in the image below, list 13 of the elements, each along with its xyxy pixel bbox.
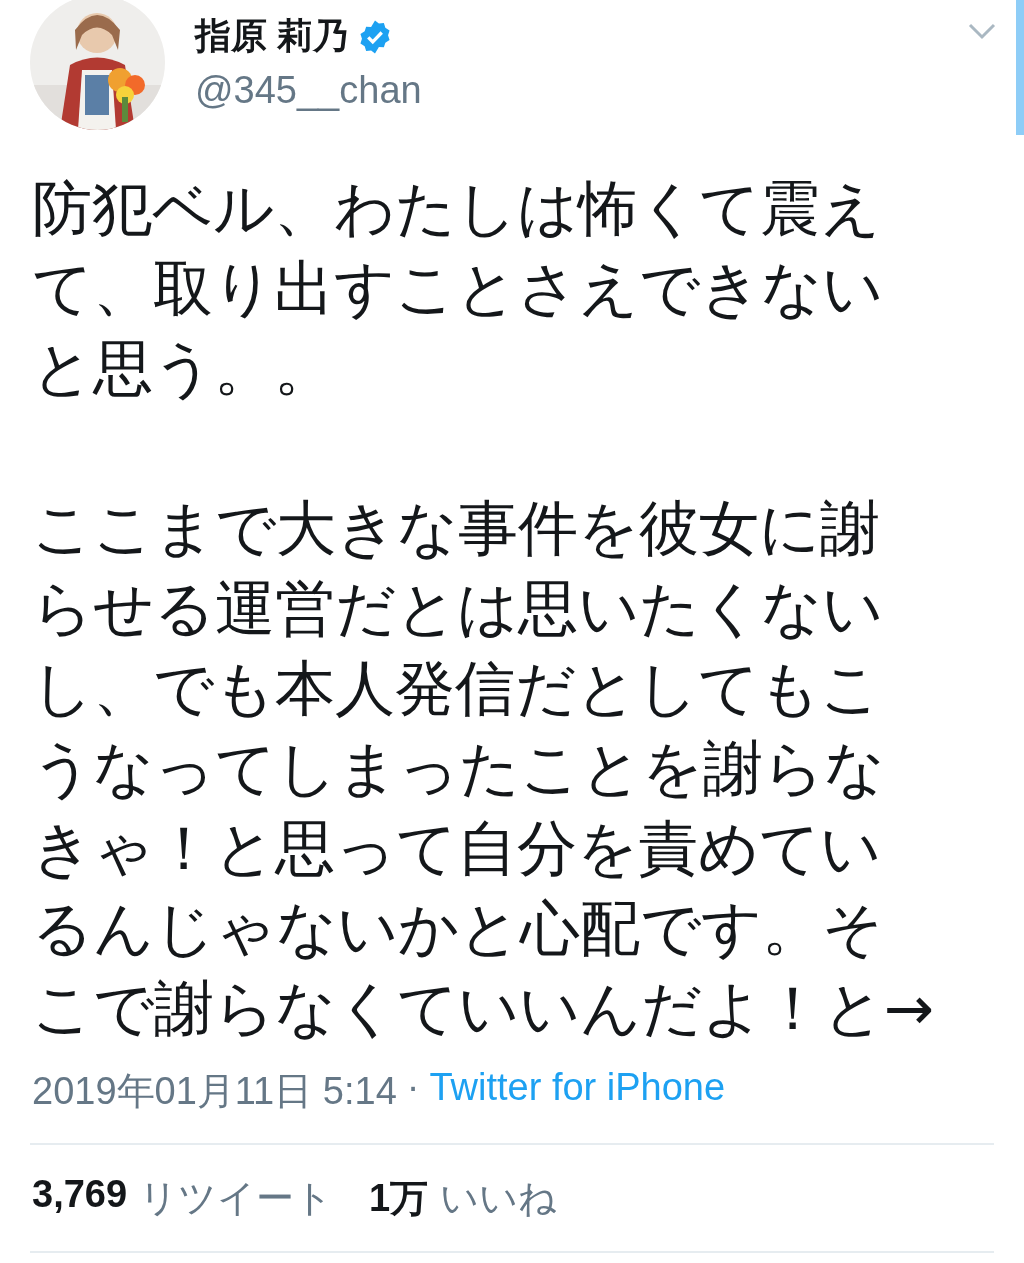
chevron-down-icon[interactable] <box>968 22 996 40</box>
timestamp: 2019年01月11日 5:14 <box>32 1069 397 1114</box>
tweet-paragraph: 防犯ベル、わたしは怖くて震えて、取り出すことさえできないと思う。。 <box>32 172 884 405</box>
scrollbar[interactable] <box>1016 0 1024 135</box>
stat-count[interactable]: 3,769 <box>32 1172 128 1224</box>
stat-label[interactable]: いいね <box>440 1172 558 1224</box>
separator-dot: · <box>406 1066 420 1110</box>
tweet-paragraph: ここまで大きな事件を彼女に謝らせる運営だとは思いたくないし、でも本人発信だとしてもこうなってしまったことを謝らなきゃ！と思って自分を責めているんじゃないかと心配です。そこで謝らなくていいんだよ！と→ <box>32 492 936 1045</box>
user-handle[interactable]: @345__chan <box>195 69 422 112</box>
stat-count[interactable]: 1万 <box>369 1172 429 1224</box>
user-name[interactable]: 指原 莉乃 <box>195 12 349 61</box>
source-link[interactable]: Twitter for iPhone <box>429 1066 726 1117</box>
stat-label[interactable]: リツイート <box>139 1172 334 1224</box>
